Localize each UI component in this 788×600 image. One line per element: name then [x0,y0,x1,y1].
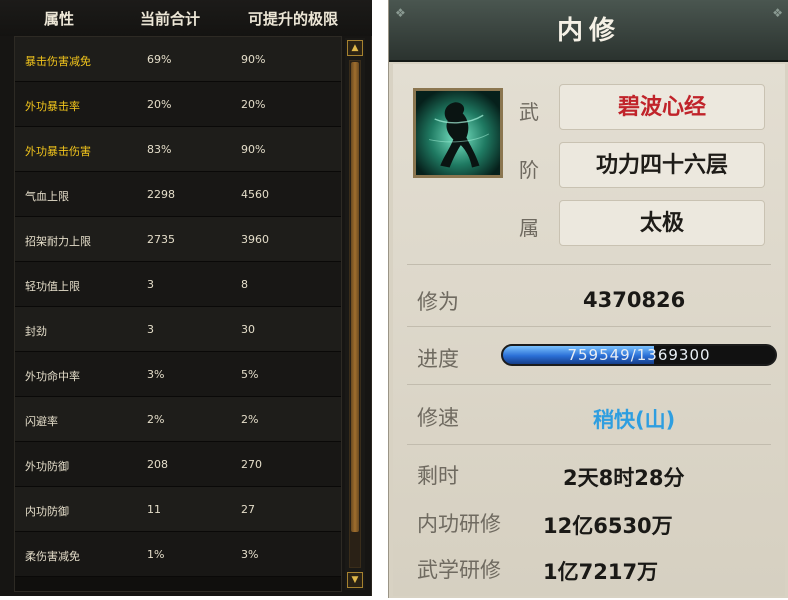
attribute-name: 内功防御 [25,505,69,518]
jie-value: 功力四十六层 [559,142,765,188]
scroll-down-button[interactable]: ▼ [347,572,363,588]
attributes-list[interactable]: 暴击伤害减免 69% 90% 外功暴击率 20% 20% 外功暴击伤害 83% 90% 气血上限 2… [14,36,342,592]
attribute-current: 1% [147,548,165,561]
attribute-name: 外功暴击率 [25,100,80,113]
attribute-row[interactable]: 闪避率 2% 2% [15,397,341,442]
panel-title: 内修 [556,16,621,46]
attribute-current: 2% [147,413,165,426]
attribute-row[interactable]: 轻功值上限 3 8 [15,262,341,307]
attributes-scrollbar[interactable]: ▲ ▼ [345,38,365,590]
attribute-row[interactable]: 封劲 3 30 [15,307,341,352]
attributes-panel: 属性 当前合计 可提升的极限 暴击伤害减免 69% 90% 外功暴击率 20% 20% 外功… [0,0,372,596]
attribute-name: 外功暴击伤害 [25,145,91,158]
scroll-up-button[interactable]: ▲ [347,40,363,56]
wuxue-value: 1亿7217万 [543,560,659,584]
attribute-current: 3% [147,368,165,381]
attribute-row[interactable]: 外功暴击伤害 83% 90% [15,127,341,172]
remaining-label: 剩时 [417,464,459,488]
header-max-limit: 可提升的极限 [248,10,339,28]
shu-value: 太极 [559,200,765,246]
attribute-name: 轻功值上限 [25,280,80,293]
attribute-name: 气血上限 [25,190,69,203]
attribute-max: 20% [241,98,266,111]
wuxue-label: 武学研修 [417,558,501,582]
chevron-down-icon: ▼ [351,575,359,585]
divider [407,384,771,385]
attribute-current: 3 [147,323,154,336]
divider [407,444,771,445]
attribute-row[interactable]: 外功暴击率 20% 20% [15,82,341,127]
attribute-name: 招架耐力上限 [25,235,91,248]
speed-value: 稍快(山) [593,408,676,432]
attribute-name: 外功命中率 [25,370,80,383]
attribute-current: 2735 [147,233,175,246]
progress-bar: 759549/1369300 [501,344,777,366]
neigong-value: 12亿6530万 [543,514,673,538]
attribute-name: 封劲 [25,325,47,338]
progress-text: 759549/1369300 [567,346,711,364]
attribute-max: 90% [241,143,266,156]
attribute-max: 90% [241,53,266,66]
speed-label: 修速 [417,406,459,430]
attribute-name: 外功防御 [25,460,69,473]
attribute-row[interactable]: 柔伤害减免 1% 3% [15,532,341,577]
progress-label: 进度 [417,347,459,371]
attribute-max: 8 [241,278,248,291]
chevron-up-icon: ▲ [351,43,359,53]
jie-label: 阶 [519,158,539,182]
attribute-row[interactable]: 外功命中率 3% 5% [15,352,341,397]
attribute-current: 20% [147,98,172,111]
dancer-silhouette-icon[interactable] [413,88,503,178]
attribute-max: 5% [241,368,259,381]
xiuwei-value: 4370826 [583,288,686,312]
attribute-current: 69% [147,53,172,66]
header-current-total: 当前合计 [140,10,201,28]
neixiu-panel: ❖ ❖ 内修 武 碧波心经 阶 功力四十六层 属 太极 修为 4370826 进… [388,0,788,598]
attribute-current: 11 [147,503,161,516]
attribute-current: 3 [147,278,154,291]
attribute-row[interactable]: 招架耐力上限 2735 3960 [15,217,341,262]
attribute-max: 27 [241,503,255,516]
attribute-current: 83% [147,143,172,156]
neixiu-content: 武 碧波心经 阶 功力四十六层 属 太极 修为 4370826 进度 75954… [393,64,785,596]
attribute-row[interactable]: 内功防御 11 27 [15,487,341,532]
attribute-name: 闪避率 [25,415,58,428]
attribute-row[interactable]: 暴击伤害减免 69% 90% [15,37,341,82]
shu-label: 属 [519,216,539,240]
header-attribute: 属性 [44,10,75,28]
attribute-row[interactable]: 外功防御 208 270 [15,442,341,487]
attribute-max: 3% [241,548,259,561]
attribute-max: 3960 [241,233,269,246]
divider [407,326,771,327]
attribute-row[interactable]: 气血上限 2298 4560 [15,172,341,217]
attributes-header: 属性 当前合计 可提升的极限 [0,0,372,36]
attribute-max: 270 [241,458,262,471]
xiuwei-label: 修为 [417,290,459,314]
wu-label: 武 [519,100,539,124]
title-bar: ❖ ❖ 内修 [389,0,788,62]
neigong-label: 内功研修 [417,512,501,536]
scroll-thumb[interactable] [351,62,359,532]
attribute-current: 2298 [147,188,175,201]
wu-value: 碧波心经 [559,84,765,130]
attribute-name: 柔伤害减免 [25,550,80,563]
attribute-max: 4560 [241,188,269,201]
attribute-current: 208 [147,458,168,471]
attribute-max: 30 [241,323,255,336]
attribute-max: 2% [241,413,259,426]
remaining-value: 2天8时28分 [563,466,685,490]
divider [407,264,771,265]
scroll-track[interactable] [349,60,361,568]
attribute-name: 暴击伤害减免 [25,55,91,68]
